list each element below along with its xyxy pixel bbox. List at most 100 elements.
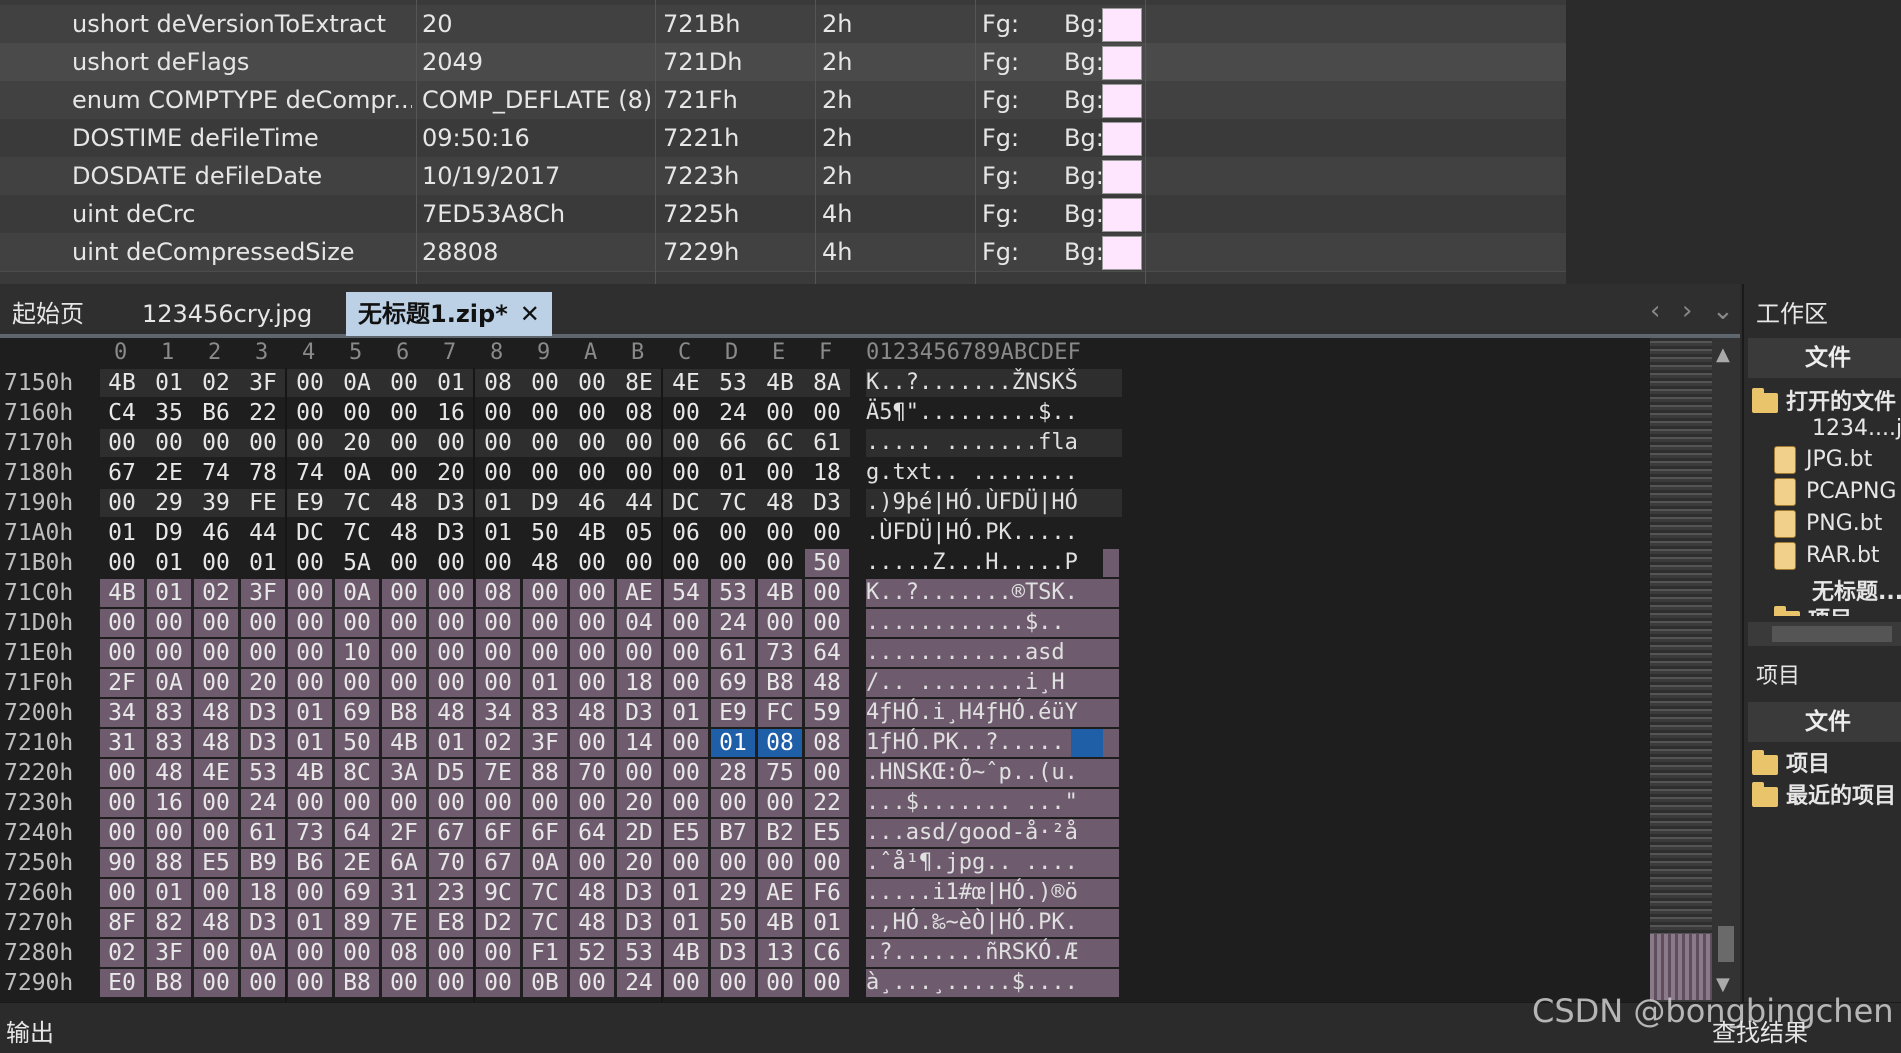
hex-byte[interactable]: 69	[711, 669, 755, 697]
hex-byte[interactable]: 3A	[382, 759, 426, 787]
hex-byte[interactable]: 00	[382, 579, 426, 607]
hex-row[interactable]: 71E0h 00 00 00 00 00 10 00 00 00 00 00 00 00 61 73 64...…	[0, 638, 1200, 668]
hex-byte[interactable]: 78	[241, 459, 285, 487]
hex-byte[interactable]: D5	[429, 759, 473, 787]
hex-byte[interactable]: 00	[570, 789, 614, 817]
hex-byte[interactable]: 8C	[335, 759, 379, 787]
scroll-thumb[interactable]	[1718, 926, 1734, 962]
hex-byte[interactable]: 00	[476, 669, 520, 697]
tab-start-page[interactable]: 起始页	[12, 292, 84, 336]
hex-byte[interactable]: 00	[100, 759, 144, 787]
hex-byte[interactable]: 00	[758, 549, 802, 577]
hex-byte[interactable]: 04	[617, 609, 661, 637]
hex-editor[interactable]: 0 1 2 3 4 5 6 7 8 9 A B C D E F 0123456789ABCDEF 7150h 4B…	[0, 338, 1650, 1002]
template-row[interactable]: DOSDATE deFileDate 10/19/2017 7223h 2h Fg: Bg…	[0, 157, 1566, 195]
hex-byte[interactable]: FE	[241, 489, 285, 517]
hex-byte[interactable]: 90	[100, 849, 144, 877]
tab-list-dropdown-icon[interactable]: ⌄	[1712, 296, 1734, 326]
hex-byte[interactable]: 48	[194, 909, 238, 937]
hex-byte[interactable]: 39	[194, 489, 238, 517]
hex-byte[interactable]: 24	[711, 399, 755, 427]
hex-byte[interactable]: 01	[429, 369, 473, 397]
hex-byte[interactable]: 00	[523, 609, 567, 637]
hex-byte[interactable]: 00	[664, 399, 708, 427]
hex-row[interactable]: 7260h 00 01 00 18 00 69 31 23 9C 7C 48 D3 01 29 AE F6...…	[0, 878, 1200, 908]
hex-byte[interactable]: 6A	[382, 849, 426, 877]
hex-byte[interactable]: 73	[758, 639, 802, 667]
hex-byte[interactable]: 01	[476, 489, 520, 517]
hex-byte[interactable]: 00	[805, 609, 849, 637]
hex-byte[interactable]: D3	[617, 879, 661, 907]
hex-byte[interactable]: 3F	[241, 369, 285, 397]
hex-byte[interactable]: 00	[570, 429, 614, 457]
hex-byte[interactable]: 64	[335, 819, 379, 847]
hex-byte[interactable]: 00	[758, 399, 802, 427]
hex-byte[interactable]: 00	[617, 429, 661, 457]
hex-byte[interactable]: 64	[805, 639, 849, 667]
hex-byte[interactable]: 00	[711, 849, 755, 877]
hex-byte[interactable]: 89	[335, 909, 379, 937]
hex-byte[interactable]: 20	[429, 459, 473, 487]
hex-byte[interactable]: 14	[617, 729, 661, 757]
hex-byte[interactable]: 08	[805, 729, 849, 757]
hex-byte[interactable]: 06	[664, 519, 708, 547]
hex-byte[interactable]: 48	[147, 759, 191, 787]
hex-byte[interactable]: 00	[711, 789, 755, 817]
hex-byte[interactable]: 00	[335, 399, 379, 427]
hex-byte[interactable]: 00	[429, 609, 473, 637]
hex-byte[interactable]: 00	[288, 669, 332, 697]
hex-byte[interactable]: E8	[429, 909, 473, 937]
hex-byte[interactable]: 59	[805, 699, 849, 727]
hex-byte[interactable]: 3F	[147, 939, 191, 967]
template-row[interactable]: enum COMPTYPE deCompr... COMP_DEFLATE (8)…	[0, 81, 1566, 119]
hex-byte[interactable]: 5A	[335, 549, 379, 577]
hex-byte[interactable]: 00	[476, 939, 520, 967]
hex-byte[interactable]: 6C	[758, 429, 802, 457]
hex-byte[interactable]: 4B	[758, 909, 802, 937]
hex-byte[interactable]: 00	[664, 549, 708, 577]
hex-byte[interactable]: 52	[570, 939, 614, 967]
hex-byte[interactable]: 00	[382, 369, 426, 397]
recent-projects-node[interactable]: 最近的项目	[1752, 778, 1896, 810]
projects-node-partial[interactable]: 项目	[1774, 602, 1852, 616]
hex-byte[interactable]: 00	[523, 459, 567, 487]
hex-byte[interactable]: 24	[241, 789, 285, 817]
hex-byte[interactable]: 00	[194, 549, 238, 577]
hex-byte[interactable]: 31	[382, 879, 426, 907]
hex-byte[interactable]: 00	[382, 969, 426, 997]
hex-ascii[interactable]: ............$..	[866, 608, 1065, 638]
tab-close-icon[interactable]: ✕	[520, 300, 540, 328]
bg-color-swatch[interactable]	[1102, 236, 1142, 270]
hex-byte[interactable]: 44	[617, 489, 661, 517]
hex-byte[interactable]: 00	[570, 609, 614, 637]
hex-byte[interactable]: 00	[288, 549, 332, 577]
hex-byte[interactable]: 00	[335, 669, 379, 697]
hex-vertical-scrollbar[interactable]: ▲ ▼	[1712, 338, 1740, 1002]
hex-byte[interactable]: 00	[570, 459, 614, 487]
hex-byte[interactable]: 7E	[476, 759, 520, 787]
hex-byte[interactable]: 00	[429, 639, 473, 667]
hex-byte[interactable]: B7	[711, 819, 755, 847]
hex-byte[interactable]: 00	[429, 579, 473, 607]
hex-byte[interactable]: 00	[711, 549, 755, 577]
hex-byte[interactable]: 24	[617, 969, 661, 997]
hex-byte[interactable]: 6F	[523, 819, 567, 847]
hex-byte[interactable]: 01	[288, 729, 332, 757]
hex-byte[interactable]: 69	[335, 879, 379, 907]
hex-byte[interactable]: 00	[664, 459, 708, 487]
hex-byte[interactable]: 00	[664, 729, 708, 757]
hex-byte[interactable]: D3	[429, 519, 473, 547]
hex-byte[interactable]: B9	[241, 849, 285, 877]
hex-byte[interactable]: 00	[100, 879, 144, 907]
hex-byte[interactable]: 00	[288, 399, 332, 427]
hex-byte[interactable]: 10	[335, 639, 379, 667]
hex-byte[interactable]: 2E	[335, 849, 379, 877]
hex-byte[interactable]: 48	[570, 879, 614, 907]
hex-byte[interactable]: 8F	[100, 909, 144, 937]
hex-byte[interactable]: 0A	[523, 849, 567, 877]
hex-byte[interactable]: 00	[664, 609, 708, 637]
hex-byte[interactable]: 4B	[758, 369, 802, 397]
hex-byte[interactable]: 8A	[805, 369, 849, 397]
hex-byte[interactable]: 2E	[147, 459, 191, 487]
hex-byte[interactable]: 18	[617, 669, 661, 697]
